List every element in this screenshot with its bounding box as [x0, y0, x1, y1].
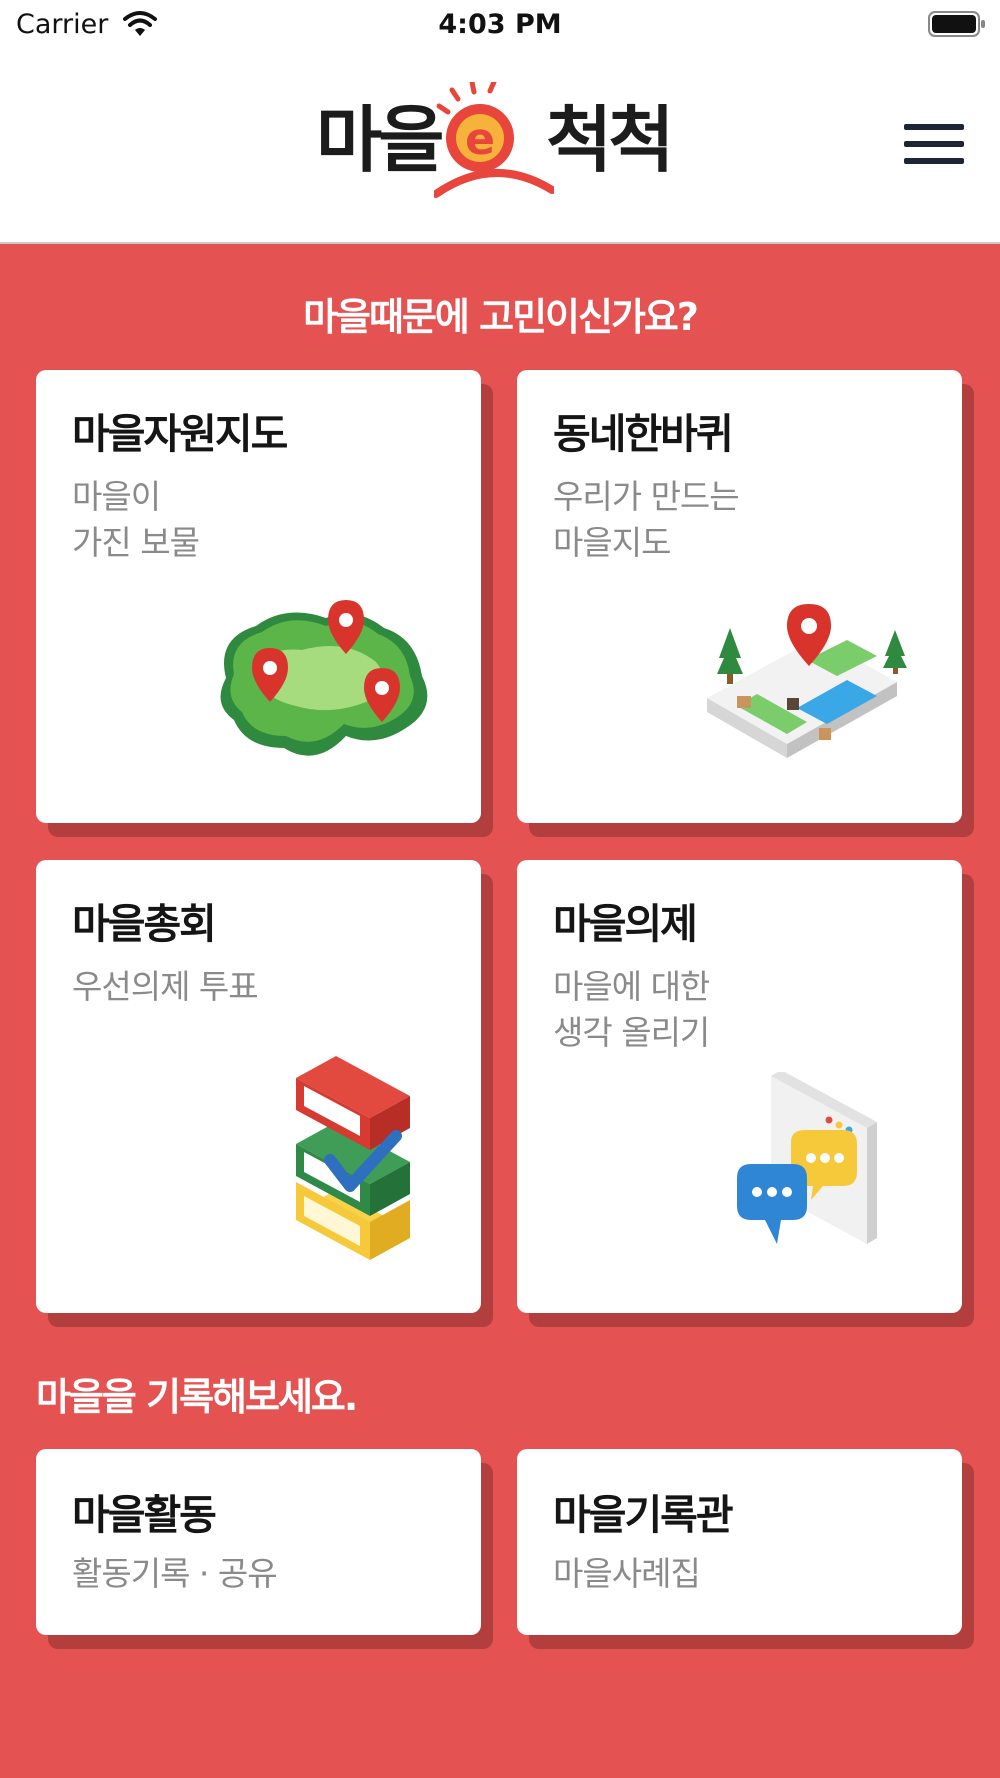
card-desc: 마을에 대한 생각 올리기 [553, 967, 710, 1052]
village-map-pins-icon [220, 600, 428, 756]
card-desc: 우선의제 투표 [72, 967, 259, 1006]
hamburger-icon[interactable] [904, 116, 964, 172]
card-desc: 마을사례집 [553, 1554, 701, 1593]
battery-icon [928, 11, 985, 37]
card-title: 마을활동 [72, 1491, 217, 1539]
logo-sun-e-icon: e [434, 82, 554, 198]
card-title: 마을기록관 [553, 1491, 734, 1539]
menu-line [904, 141, 964, 147]
card-desc: 우리가 만드는 마을지도 [553, 477, 740, 562]
status-bar: Carrier 4:03 PM [0, 0, 1000, 50]
app-header: 마을 e 척척 [0, 50, 1000, 244]
card-village-archive[interactable]: 마을기록관 마을사례집 [517, 1449, 962, 1635]
svg-text:e: e [465, 114, 495, 165]
card-neighborhood-walk[interactable]: 동네한바퀴 우리가 만드는 마을지도 [517, 370, 962, 823]
chat-bubbles-icon [737, 1072, 877, 1244]
card-desc: 마을이 가진 보물 [72, 477, 200, 562]
card-village-resource-map[interactable]: 마을자원지도 마을이 가진 보물 [36, 370, 481, 823]
menu-line [904, 158, 964, 164]
card-title: 마을총회 [72, 900, 217, 948]
section-title-concerns: 마을때문에 고민이신가요? [303, 295, 699, 339]
card-title: 마을자원지도 [72, 410, 288, 458]
menu-line [904, 124, 964, 130]
isometric-map-pin-icon [707, 604, 907, 758]
logo-text-right: 척척 [546, 98, 675, 182]
card-title: 동네한바퀴 [553, 410, 734, 458]
card-village-agenda[interactable]: 마을의제 마을에 대한 생각 올리기 [517, 860, 962, 1313]
card-village-assembly[interactable]: 마을총회 우선의제 투표 [36, 860, 481, 1313]
card-desc: 활동기록 · 공유 [72, 1554, 278, 1593]
card-title: 마을의제 [553, 900, 698, 948]
ballot-boxes-check-icon [296, 1056, 410, 1260]
status-time: 4:03 PM [438, 9, 562, 40]
app-logo[interactable]: 마을 e 척척 [316, 82, 686, 204]
logo-text-left: 마을 [316, 98, 445, 182]
section-title-record: 마을을 기록해보세요. [36, 1375, 358, 1419]
card-village-activity[interactable]: 마을활동 활동기록 · 공유 [36, 1449, 481, 1635]
